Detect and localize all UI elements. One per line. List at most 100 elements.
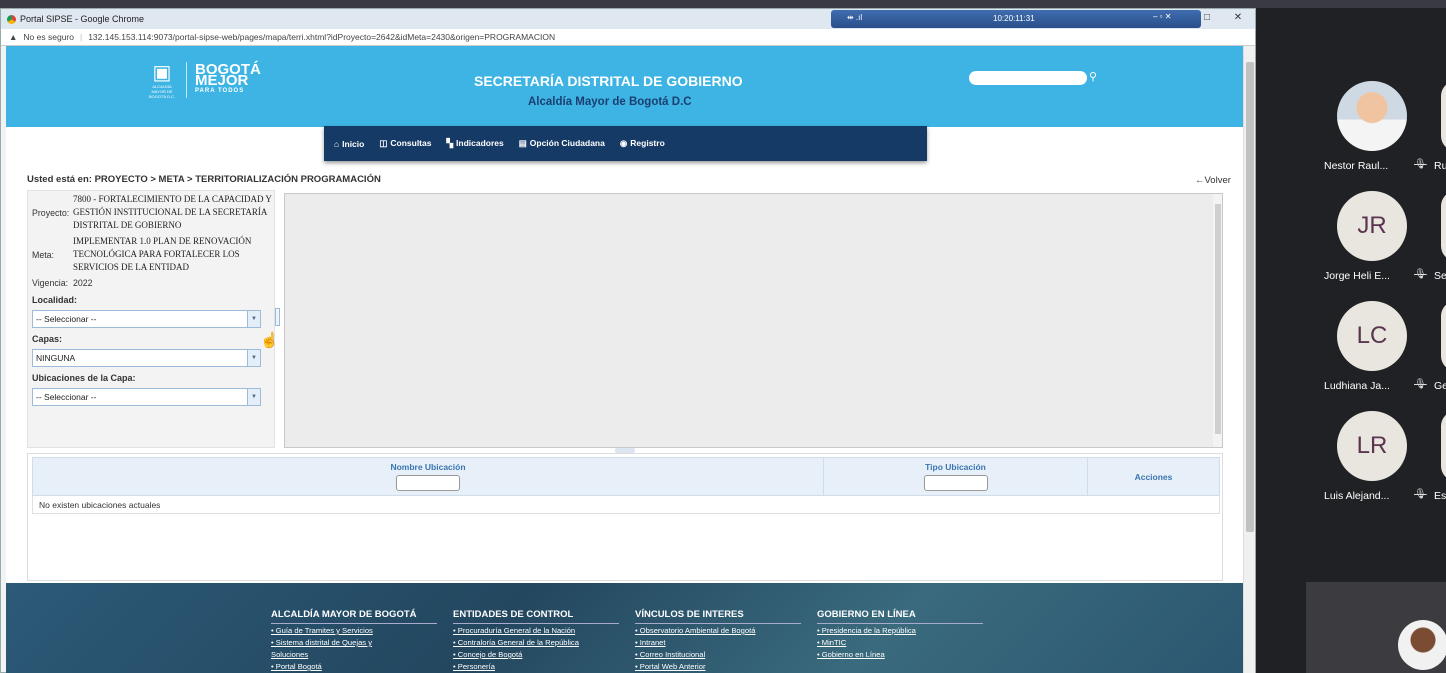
footer-link[interactable]: • Procuraduría General de la Nación	[453, 625, 619, 636]
nombre-filter-input[interactable]	[396, 475, 460, 491]
footer-link[interactable]: • Portal Bogotá	[271, 661, 437, 672]
participant-name: Nestor Raul...	[1324, 160, 1389, 172]
remote-session-bar: ⇹ .ıl 10:20:11:31 – ▫ ✕	[831, 10, 1201, 28]
participant-tile[interactable]: LC Ludhiana Ja... 🎙︎ Ge	[1256, 301, 1446, 411]
site-footer: ALCALDÍA MAYOR DE BOGOTÁ • Guía de Tramit…	[6, 583, 1243, 673]
panel-collapse-handle[interactable]	[275, 308, 280, 326]
next-participant-avatar	[1441, 301, 1446, 371]
nav-item-label: Consultas	[390, 138, 432, 148]
back-link[interactable]: ←Volver	[1195, 175, 1231, 186]
footer-link[interactable]: • MinTIC	[817, 637, 983, 648]
book-icon: ◫	[379, 138, 388, 148]
next-participant-avatar	[1441, 191, 1446, 261]
home-icon: ⌂	[334, 138, 340, 149]
vigencia-label: Vigencia:	[32, 278, 69, 288]
participant-avatar: LR	[1337, 411, 1407, 481]
map-area[interactable]	[284, 193, 1223, 448]
column-label: Tipo Ubicación	[925, 462, 986, 472]
brand-line-3: PARA TODOS	[195, 87, 245, 94]
column-label: Acciones	[1134, 471, 1173, 482]
footer-link[interactable]: Soluciones	[271, 649, 437, 660]
next-participant-avatar	[1441, 411, 1446, 481]
nav-item-5[interactable]: ◉ Registro	[620, 138, 665, 149]
search-input[interactable]	[969, 71, 1087, 85]
participant-tile[interactable]: Nestor Raul... 🎙︎ Ru	[1256, 81, 1446, 191]
empty-message: No existen ubicaciones actuales	[32, 495, 1220, 514]
footer-column: GOBIERNO EN LÍNEA • Presidencia de la Rep…	[817, 609, 983, 660]
chevron-down-icon[interactable]: ▼	[247, 311, 260, 327]
self-view	[1306, 582, 1446, 673]
participant-name: Ludhiana Ja...	[1324, 380, 1390, 392]
mic-muted-icon: 🎙︎	[1414, 489, 1427, 500]
map-scrollbar-thumb[interactable]	[1215, 204, 1221, 434]
signal-icon: ⇹ .ıl	[847, 13, 863, 22]
next-participant-name: Ru	[1434, 160, 1446, 172]
logo[interactable]: ▣ ALCALDÍA MAYOR DE BOGOTÁ D.C. BOGOTÁ ME…	[146, 62, 261, 100]
footer-link[interactable]: • Guía de Tramites y Servicios	[271, 625, 437, 636]
footer-link[interactable]: • Gobierno en Línea	[817, 649, 983, 660]
window-title: Portal SIPSE - Google Chrome	[20, 14, 145, 24]
mic-muted-icon: 🎙︎	[1414, 159, 1427, 170]
browser-titlebar: Portal SIPSE - Google Chrome ⇹ .ıl 10:20…	[1, 9, 1255, 29]
chevron-down-icon[interactable]: ▼	[247, 350, 260, 366]
footer-link[interactable]: • Concejo de Bogotá	[453, 649, 619, 660]
participant-name: Jorge Heli E...	[1324, 270, 1390, 282]
session-clock: 10:20:11:31	[993, 14, 1035, 23]
page-scrollbar-thumb[interactable]	[1246, 62, 1254, 532]
chevron-down-icon[interactable]: ▼	[247, 389, 260, 405]
footer-link[interactable]: • Observatorio Ambiental de Bogotá	[635, 625, 801, 636]
footer-link[interactable]: • Sistema distrital de Quejas y	[271, 637, 437, 648]
footer-column-title: GOBIERNO EN LÍNEA	[817, 609, 983, 624]
site-title: SECRETARÍA DISTRITAL DE GOBIERNO	[474, 73, 743, 89]
ubicaciones-select[interactable]: -- Seleccionar -- ▼	[32, 388, 261, 406]
nav-item-1[interactable]: ⌂ Inicio	[334, 139, 364, 149]
locations-table: Nombre Ubicación Tipo Ubicación Acciones…	[32, 457, 1220, 514]
address-bar[interactable]: ▲ No es seguro | 132.145.153.114:9073/po…	[1, 29, 1255, 46]
column-label: Nombre Ubicación	[390, 462, 466, 472]
footer-link[interactable]: • Personería	[453, 661, 619, 672]
maximize-button[interactable]: □	[1199, 11, 1215, 25]
footer-link[interactable]: • Correo Institucional	[635, 649, 801, 660]
search-icon[interactable]: ⚲	[1089, 70, 1097, 83]
nav-item-3[interactable]: ▚ Indicadores	[446, 138, 503, 149]
footer-link[interactable]: • Intranet	[635, 637, 801, 648]
participant-tile[interactable]: JR Jorge Heli E... 🎙︎ Se	[1256, 191, 1446, 301]
tipo-filter-input[interactable]	[923, 475, 988, 491]
footer-column-title: ALCALDÍA MAYOR DE BOGOTÁ	[271, 609, 437, 624]
locations-table-panel: Nombre Ubicación Tipo Ubicación Acciones…	[27, 453, 1223, 581]
meta-label: Meta:	[32, 250, 55, 260]
meta-value: IMPLEMENTAR 1.0 PLAN DE RENOVACIÓN TECNO…	[73, 236, 252, 272]
page-viewport: ▣ ALCALDÍA MAYOR DE BOGOTÁ D.C. BOGOTÁ ME…	[6, 46, 1243, 673]
column-nombre-ubicacion: Nombre Ubicación	[32, 457, 824, 496]
url-text[interactable]: 132.145.153.114:9073/portal-sipse-web/pa…	[88, 32, 555, 42]
page-scrollbar[interactable]	[1243, 46, 1255, 673]
column-tipo-ubicacion: Tipo Ubicación	[823, 457, 1088, 496]
next-participant-avatar	[1441, 81, 1446, 151]
seal-caption: ALCALDÍA MAYOR DE BOGOTÁ D.C.	[148, 84, 176, 99]
user-circle-icon: ◉	[619, 138, 628, 148]
participant-avatar: JR	[1337, 191, 1407, 261]
localidad-selected: -- Seleccionar --	[36, 314, 97, 324]
mic-muted-icon: 🎙︎	[1414, 379, 1427, 390]
table-row: No existen ubicaciones actuales	[32, 495, 1220, 514]
participant-tile[interactable]: LR Luis Alejand... 🎙︎ Es	[1256, 411, 1446, 521]
capas-select[interactable]: NINGUNA ▼	[32, 349, 261, 367]
map-scrollbar[interactable]	[1213, 194, 1222, 447]
footer-column: VÍNCULOS DE INTERES • Observatorio Ambien…	[635, 609, 801, 673]
chrome-icon	[7, 14, 16, 24]
next-participant-name: Ge	[1434, 380, 1446, 392]
screen: { "browser": { "tab_title": "Portal SIPS…	[0, 0, 1446, 673]
footer-link[interactable]: • Contraloría General de la República	[453, 637, 619, 648]
nav-item-4[interactable]: ▤ Opción Ciudadana	[519, 138, 605, 149]
nav-item-2[interactable]: ◫ Consultas	[379, 138, 431, 149]
self-avatar	[1398, 620, 1446, 670]
warning-icon: ▲	[9, 32, 18, 42]
browser-window: Portal SIPSE - Google Chrome ⇹ .ıl 10:20…	[0, 8, 1256, 673]
localidad-select[interactable]: -- Seleccionar -- ▼	[32, 310, 261, 328]
session-window-controls[interactable]: – ▫ ✕	[1153, 12, 1171, 21]
close-button[interactable]: ✕	[1230, 11, 1246, 25]
main-nav: ⌂ Inicio ◫ Consultas ▚ Indicadores ▤ Opción Ciu…	[324, 126, 927, 161]
footer-link[interactable]: • Portal Web Anterior	[635, 661, 801, 672]
participant-avatar	[1337, 81, 1407, 151]
footer-link[interactable]: • Presidencia de la República	[817, 625, 983, 636]
